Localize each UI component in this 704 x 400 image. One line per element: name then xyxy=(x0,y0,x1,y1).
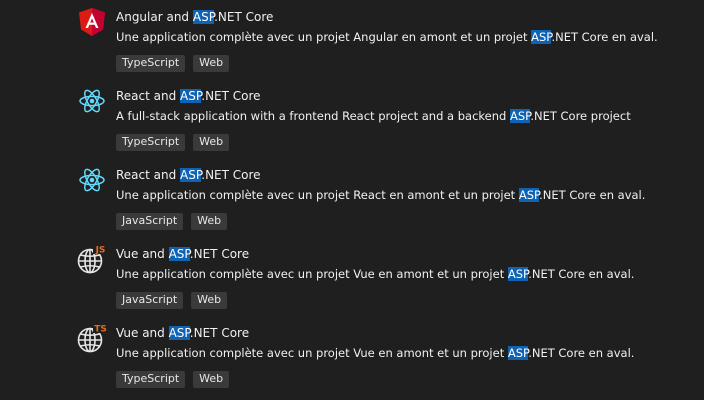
search-highlight: ASP xyxy=(180,168,202,182)
react-icon xyxy=(76,85,108,117)
react-icon xyxy=(76,164,108,196)
search-highlight: ASP xyxy=(531,30,552,44)
tag-list: TypeScript Web xyxy=(116,55,230,72)
template-description: Une application complète avec un projet … xyxy=(116,267,635,281)
template-title: Angular and ASP.NET Core xyxy=(116,10,274,24)
tag-language: TypeScript xyxy=(116,55,186,72)
tag-language: JavaScript xyxy=(116,213,184,230)
search-highlight: ASP xyxy=(192,10,215,24)
svg-text:JS: JS xyxy=(95,246,106,256)
template-description: Une application complète avec un projet … xyxy=(116,30,658,44)
tag-platform: Web xyxy=(191,213,228,230)
tag-language: TypeScript xyxy=(116,371,186,388)
template-list: Angular and ASP.NET Core Une application… xyxy=(0,0,704,400)
template-item-vue-aspnet-js[interactable]: JS Vue and ASP.NET Core Une application … xyxy=(0,237,704,316)
template-description: Une application complète avec un projet … xyxy=(116,346,635,360)
tag-language: TypeScript xyxy=(116,134,186,151)
template-description: A full-stack application with a frontend… xyxy=(116,109,631,123)
search-highlight: ASP xyxy=(168,247,190,261)
tag-platform: Web xyxy=(193,134,230,151)
tag-language: JavaScript xyxy=(116,292,184,309)
svg-text:TS: TS xyxy=(94,325,107,335)
search-highlight: ASP xyxy=(518,188,540,202)
template-item-react-aspnet-js[interactable]: React and ASP.NET Core Une application c… xyxy=(0,158,704,237)
template-title: React and ASP.NET Core xyxy=(116,89,261,103)
template-item-react-aspnet[interactable]: React and ASP.NET Core A full-stack appl… xyxy=(0,79,704,158)
template-title: Vue and ASP.NET Core xyxy=(116,326,250,340)
globe-ts-icon: TS xyxy=(76,322,108,354)
template-item-vue-aspnet-ts[interactable]: TS Vue and ASP.NET Core Une application … xyxy=(0,316,704,395)
tag-platform: Web xyxy=(193,55,230,72)
search-highlight: ASP xyxy=(507,267,529,281)
search-highlight: ASP xyxy=(168,326,190,340)
tag-platform: Web xyxy=(193,371,230,388)
tag-list: JavaScript Web xyxy=(116,213,228,230)
template-item-angular-aspnet[interactable]: Angular and ASP.NET Core Une application… xyxy=(0,0,704,79)
search-highlight: ASP xyxy=(180,89,202,103)
template-title: React and ASP.NET Core xyxy=(116,168,261,182)
tag-list: JavaScript Web xyxy=(116,292,228,309)
template-title: Vue and ASP.NET Core xyxy=(116,247,250,261)
tag-list: TypeScript Web xyxy=(116,134,230,151)
template-description: Une application complète avec un projet … xyxy=(116,188,646,202)
search-highlight: ASP xyxy=(507,346,529,360)
search-highlight: ASP xyxy=(510,109,531,123)
tag-list: TypeScript Web xyxy=(116,371,230,388)
angular-icon xyxy=(76,6,108,38)
tag-platform: Web xyxy=(191,292,228,309)
globe-js-icon: JS xyxy=(76,243,108,275)
